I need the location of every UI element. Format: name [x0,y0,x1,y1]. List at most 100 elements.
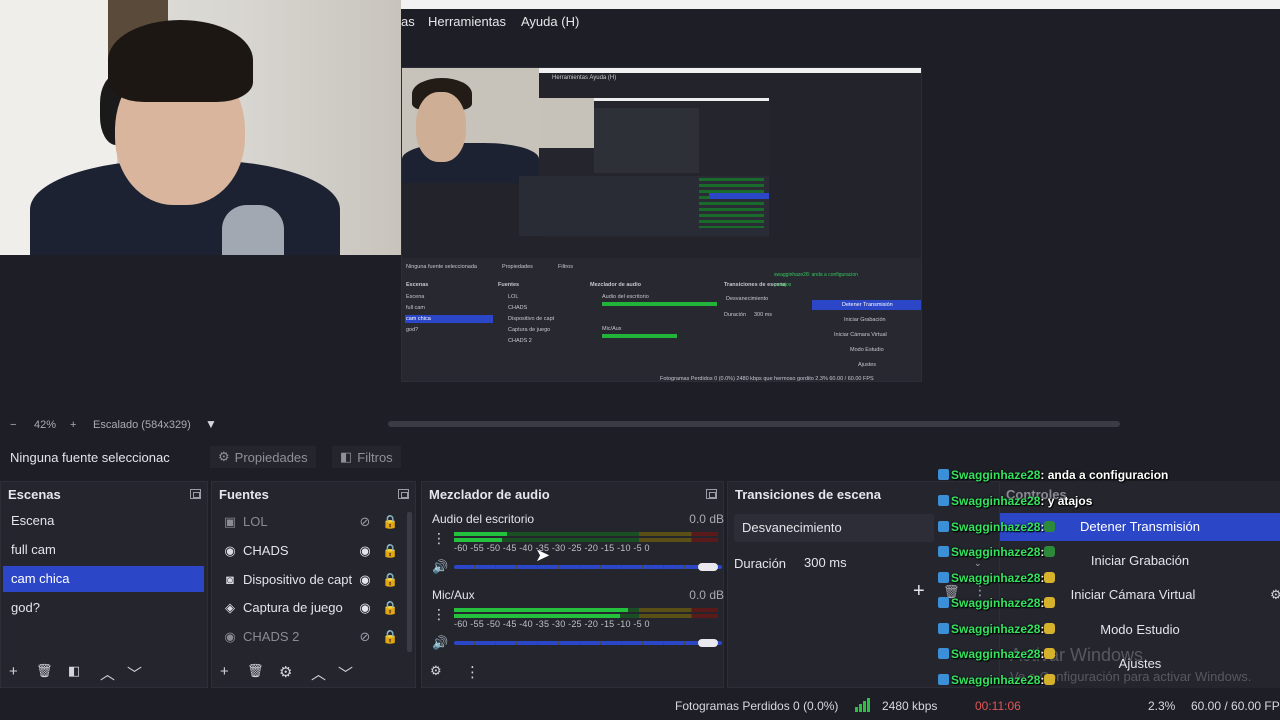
scene-filters-icon[interactable]: ◧ [68,663,80,679]
advanced-audio-icon[interactable]: ⚙ [430,663,442,679]
source-name: Dispositivo de capt [243,572,353,587]
dock-undock-icon[interactable] [190,489,201,499]
chat-badge-icon [938,495,949,506]
inner-menu: Herramientas Ayuda (H) [552,75,617,81]
scene-item-selected[interactable]: cam chica [3,566,204,592]
gear-icon: ⚙ [218,449,230,464]
inner-no-source: Ninguna fuente seleccionada [406,264,477,270]
lock-icon[interactable]: 🔒 [382,509,398,535]
move-down-icon[interactable]: ﹀ [127,663,142,684]
image-icon: ▣ [223,514,237,529]
scene-item[interactable]: god? [3,595,204,621]
source-item[interactable]: ◉ CHADS ◉ 🔒 [214,538,404,564]
gamepad-icon: ◈ [225,600,235,615]
lock-icon[interactable]: 🔒 [382,538,398,564]
mixer-menu-icon[interactable]: ⋮ [465,663,480,681]
sources-title: Fuentes [219,487,269,502]
preview-horizontal-scrollbar[interactable] [388,421,1120,427]
chat-badge-icon [938,521,949,532]
properties-button[interactable]: ⚙ Propiedades [210,446,316,468]
source-name: LOL [243,514,268,529]
stream-time: 00:11:06 [975,699,1021,713]
fps: 60.00 / 60.00 FPS [1191,699,1280,713]
db-scale: -60 -55 -50 -45 -40 -35 -30 -25 -20 -15 … [454,543,650,553]
channel-name: Mic/Aux [432,588,475,602]
source-settings-icon[interactable]: ⚙ [279,663,292,681]
speaker-icon[interactable]: 🔊 [432,635,448,651]
inner-control: Modo Estudio [850,347,884,353]
scaling-dropdown-icon[interactable]: ▼ [205,417,217,431]
duration-label: Duración [734,556,787,571]
add-scene-icon[interactable]: + [9,663,18,680]
menu-item-file[interactable]: as [401,14,415,29]
dock-undock-icon[interactable] [706,489,717,499]
dropped-frames: Fotogramas Perdidos 0 (0.0%) [675,699,839,713]
duration-input[interactable]: 300 ms [796,549,926,577]
inner-properties: Propiedades [502,264,533,270]
selected-source-label: Ninguna fuente seleccionac [10,449,170,465]
mixer-title: Mezclador de audio [429,487,550,502]
inner-duration: Duración [724,312,747,318]
channel-menu-icon[interactable]: ⋮ [432,530,446,547]
source-item[interactable]: ◈ Captura de juego ◉ 🔒 [214,595,404,621]
transition-select[interactable]: Desvanecimiento [734,514,934,542]
sources-scrollbar[interactable] [407,512,412,652]
source-item[interactable]: ◉ CHADS 2 ⊘ 🔒 [214,624,404,650]
inner-control: Detener Transmisión [842,302,893,308]
cpu-usage: 2.3% [1148,699,1176,713]
remove-source-icon[interactable]: 🗑 [247,663,264,679]
scene-item[interactable]: full cam [3,537,204,563]
lock-icon[interactable]: 🔒 [382,624,398,650]
scenes-toolbar: + 🗑 ◧ ︿ ﹀ [1,655,207,687]
channel-menu-icon[interactable]: ⋮ [432,606,446,623]
status-bar: Fotogramas Perdidos 0 (0.0%) 2480 kbps 0… [0,690,1280,720]
menu-item-help[interactable]: Ayuda (H) [521,14,579,29]
move-up-icon[interactable]: ︿ [311,663,326,684]
zoom-in-button[interactable]: + [70,419,76,431]
lock-icon[interactable]: 🔒 [382,567,398,593]
chat-badge-icon [938,597,949,608]
filters-button[interactable]: ◧ Filtros [332,446,401,468]
speaker-icon[interactable]: 🔊 [432,559,448,575]
db-scale: -60 -55 -50 -45 -40 -35 -30 -25 -20 -15 … [454,619,650,629]
scenes-dock: Escenas Escena full cam cam chica god? +… [0,481,208,688]
chat-emote-icon [1044,623,1056,634]
visibility-hidden-icon[interactable]: ⊘ [357,624,373,650]
visibility-eye-icon[interactable]: ◉ [357,567,373,593]
volume-slider-handle[interactable] [698,639,718,647]
inner-source: Dispositivo de capt [508,316,555,322]
inner-chat-line: y atajos [774,282,792,288]
source-item[interactable]: ▣ LOL ⊘ 🔒 [214,509,404,535]
visibility-eye-icon[interactable]: ◉ [357,595,373,621]
visibility-eye-icon[interactable]: ◉ [357,538,373,564]
menu-bar: as Herramientas Ayuda (H) [401,9,1280,34]
remove-scene-icon[interactable]: 🗑 [36,663,53,679]
chat-emote-icon [1044,521,1056,532]
zoom-out-button[interactable]: − [10,419,16,431]
sources-dock: Fuentes ▣ LOL ⊘ 🔒 ◉ CHADS ◉ 🔒 ◙ Disposit… [211,481,416,688]
audio-meter [454,538,718,542]
scene-item[interactable]: Escena [3,508,204,534]
move-up-icon[interactable]: ︿ [100,663,115,684]
source-item[interactable]: ◙ Dispositivo de capt ◉ 🔒 [214,567,404,593]
add-source-icon[interactable]: + [220,663,229,680]
dock-undock-icon[interactable] [398,489,409,499]
chat-badge-icon [938,546,949,557]
visibility-hidden-icon[interactable]: ⊘ [357,509,373,535]
bitrate: 2480 kbps [882,699,938,713]
browser-icon: ◉ [224,543,236,558]
chat-emote-icon [1044,674,1056,685]
menu-item-tools[interactable]: Herramientas [428,14,506,29]
chat-username: Swagginhaze28 [951,468,1041,482]
chevron-down-icon[interactable]: ⌄ [974,558,982,569]
virtual-camera-settings-icon[interactable]: ⚙ [1270,587,1280,603]
chat-message: Swagginhaze28: [938,545,1056,559]
volume-slider-handle[interactable] [698,563,718,571]
lock-icon[interactable]: 🔒 [382,595,398,621]
mixer-toolbar: ⚙ ⋮ [422,655,723,687]
add-transition-icon[interactable]: + [913,580,925,603]
audio-meter [454,614,718,618]
scaling-label: Escalado (584x329) [93,419,191,431]
move-down-icon[interactable]: ﹀ [338,663,353,684]
inner-scene: god? [406,327,419,333]
